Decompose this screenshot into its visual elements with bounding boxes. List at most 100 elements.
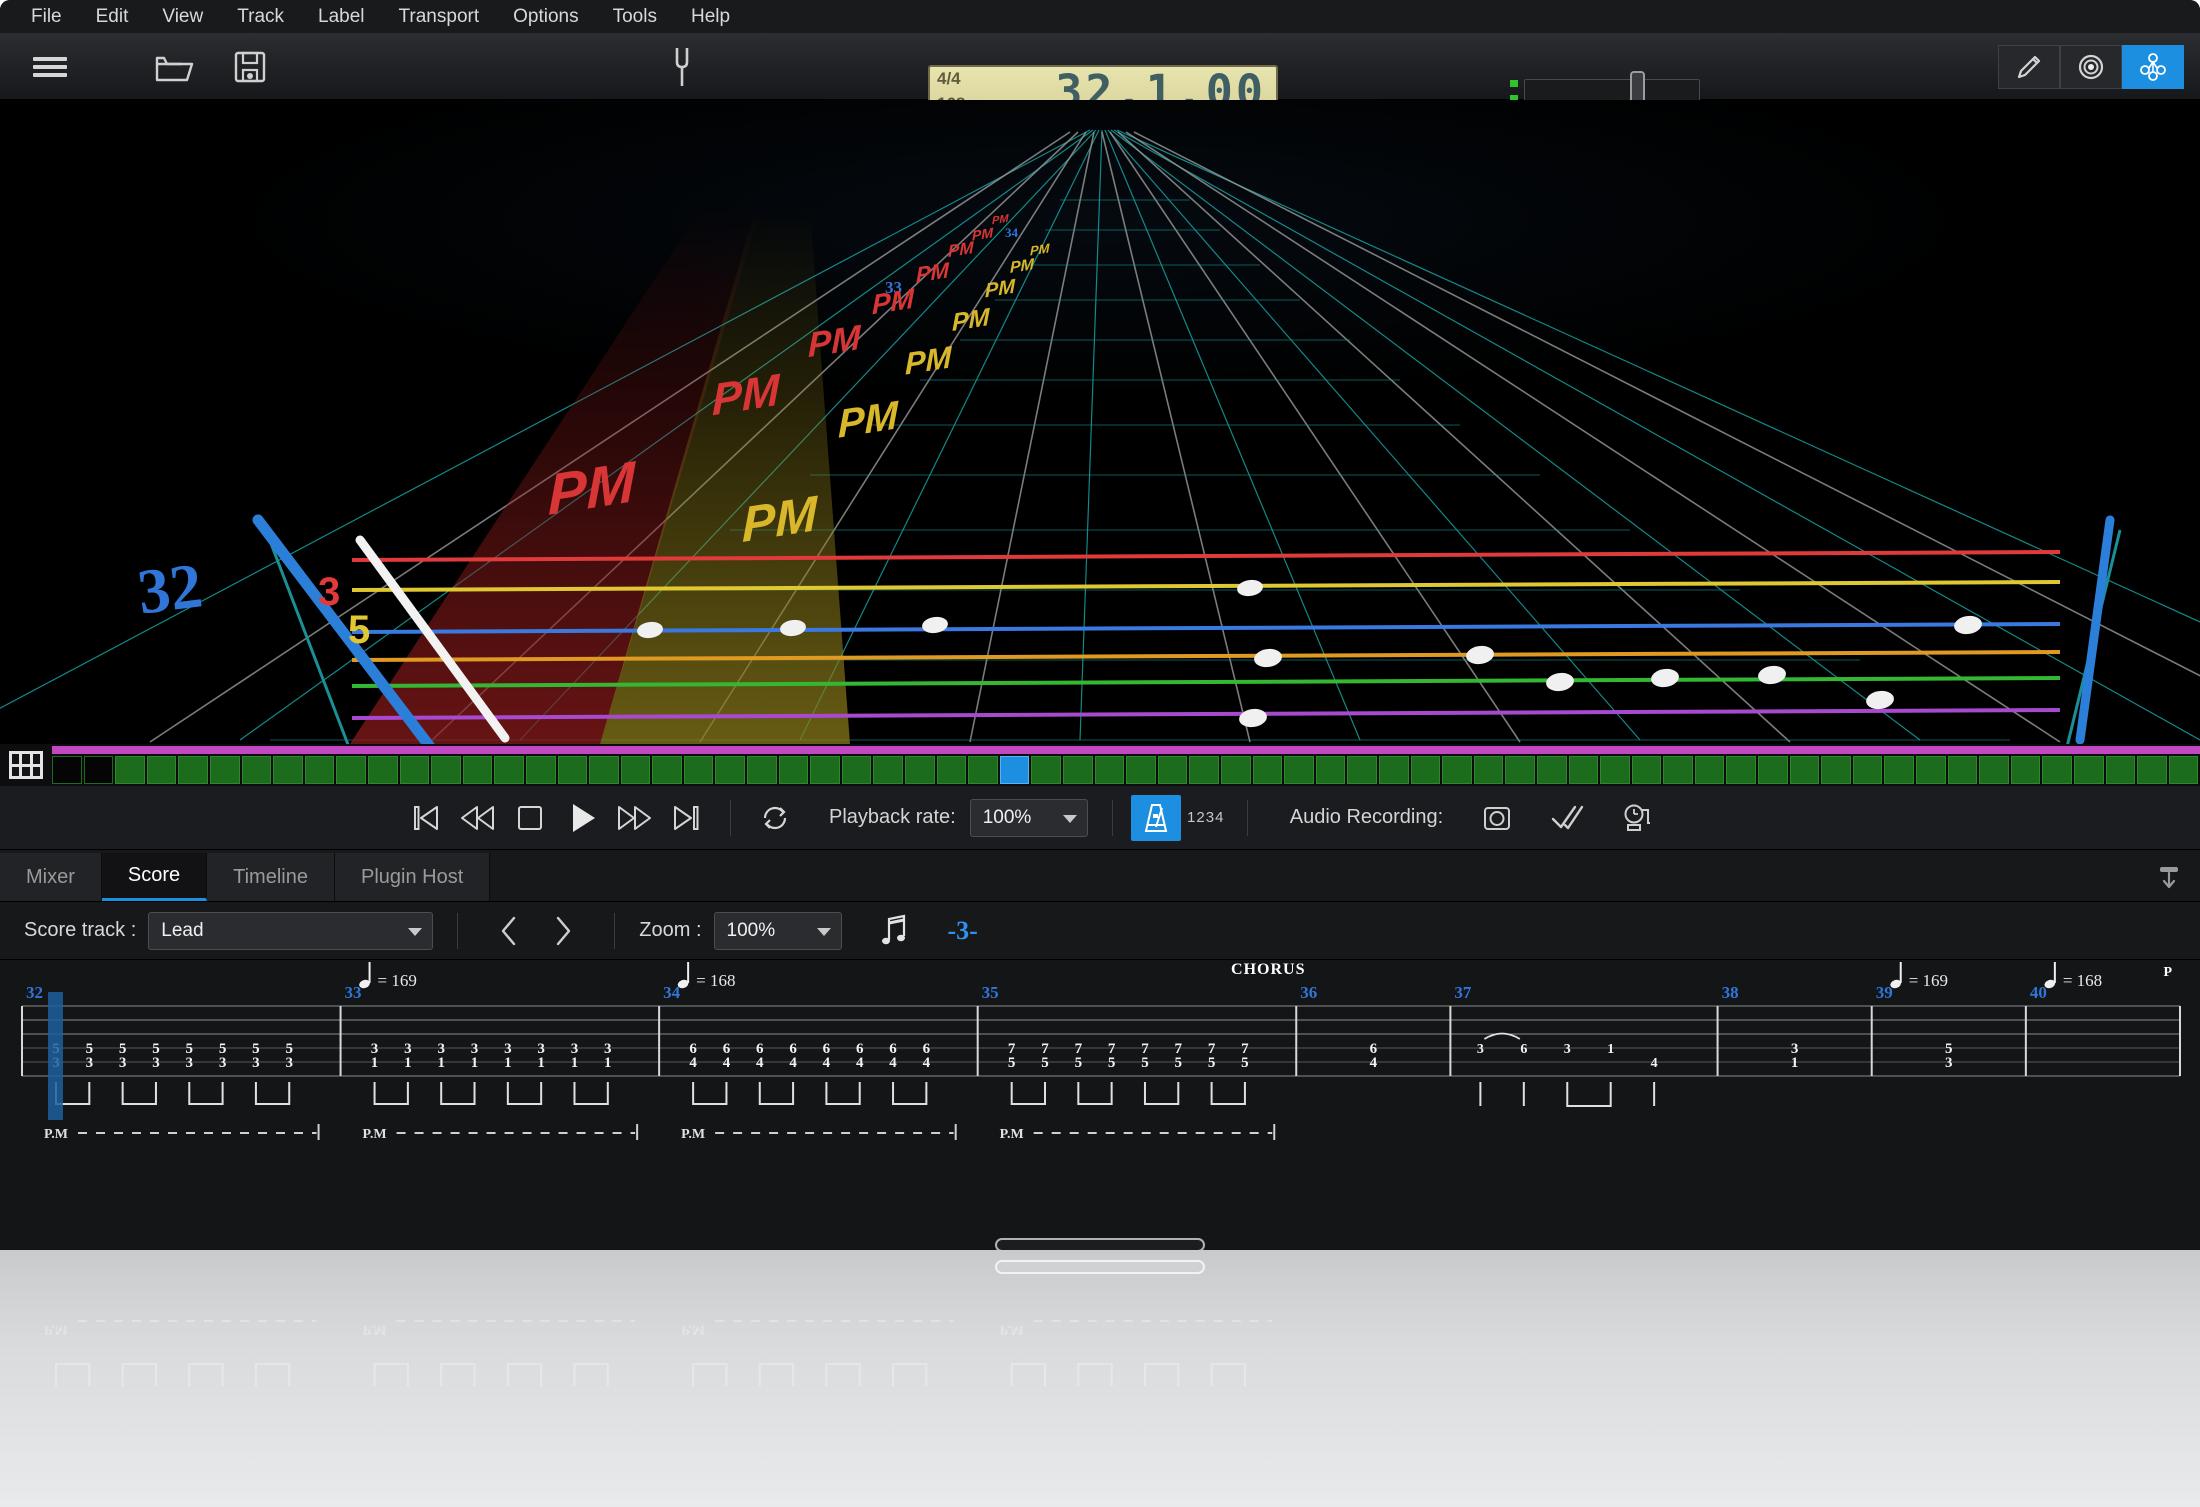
timeline-block[interactable]: [1411, 756, 1441, 784]
timeline-block[interactable]: [1948, 756, 1978, 784]
timeline-block[interactable]: [84, 756, 114, 784]
timeline-block[interactable]: [779, 756, 809, 784]
timeline-block[interactable]: [526, 756, 556, 784]
timeline-block[interactable]: [684, 756, 714, 784]
menu-file[interactable]: File: [14, 0, 79, 33]
timeline-block[interactable]: [1916, 756, 1946, 784]
tab-mixer[interactable]: Mixer: [0, 853, 102, 901]
timeline-block[interactable]: [1853, 756, 1883, 784]
timeline-block[interactable]: [305, 756, 335, 784]
menu-tools[interactable]: Tools: [596, 0, 674, 33]
timeline-block[interactable]: [52, 756, 82, 784]
timeline-block[interactable]: [431, 756, 461, 784]
timeline-block[interactable]: [968, 756, 998, 784]
timeline-block[interactable]: [747, 756, 777, 784]
timeline-block[interactable]: [715, 756, 745, 784]
timeline-block[interactable]: [336, 756, 366, 784]
tab-score[interactable]: Score: [102, 853, 207, 901]
count-in-icon[interactable]: 1234: [1181, 795, 1231, 841]
timeline-block[interactable]: [1189, 756, 1219, 784]
timeline-block[interactable]: [1569, 756, 1599, 784]
timeline-block[interactable]: [242, 756, 272, 784]
timeline-block[interactable]: [589, 756, 619, 784]
timeline-blocks[interactable]: [52, 756, 2200, 784]
timeline-strip[interactable]: [0, 744, 2200, 786]
menu-options[interactable]: Options: [496, 0, 595, 33]
stopwatch-icon[interactable]: [1611, 792, 1663, 844]
timeline-block[interactable]: [621, 756, 651, 784]
timeline-block[interactable]: [1379, 756, 1409, 784]
timeline-block[interactable]: [400, 756, 430, 784]
menu-transport[interactable]: Transport: [382, 0, 497, 33]
timeline-block[interactable]: [1600, 756, 1630, 784]
tab-plugin-host[interactable]: Plugin Host: [335, 853, 490, 901]
timeline-block[interactable]: [1726, 756, 1756, 784]
timeline-block[interactable]: [905, 756, 935, 784]
timeline-block[interactable]: [273, 756, 303, 784]
timeline-block[interactable]: [1284, 756, 1314, 784]
timeline-block[interactable]: [210, 756, 240, 784]
score-track-select[interactable]: Lead: [148, 912, 433, 950]
timeline-block[interactable]: [1095, 756, 1125, 784]
skip-end-icon[interactable]: [660, 792, 712, 844]
timeline-block[interactable]: [1031, 756, 1061, 784]
timeline-block[interactable]: [1158, 756, 1188, 784]
hamburger-icon[interactable]: [28, 45, 72, 89]
timeline-block[interactable]: [1126, 756, 1156, 784]
stop-icon[interactable]: [504, 792, 556, 844]
beamed-note-icon[interactable]: [868, 909, 922, 953]
tuning-fork-icon[interactable]: [660, 45, 704, 89]
timeline-block[interactable]: [1758, 756, 1788, 784]
panel-resize-grip[interactable]: [995, 1238, 1205, 1250]
timeline-block[interactable]: [1253, 756, 1283, 784]
timeline-block[interactable]: [2011, 756, 2041, 784]
timeline-block[interactable]: [937, 756, 967, 784]
timeline-block[interactable]: [494, 756, 524, 784]
timeline-marker-bar[interactable]: [52, 746, 2200, 754]
timeline-block[interactable]: [873, 756, 903, 784]
metronome-icon[interactable]: [1131, 795, 1181, 841]
fretboard-3d-viewport[interactable]: 32 3 5 3 5 33 34 PM PM PM PM PM PM PM PM…: [0, 100, 2200, 744]
double-check-icon[interactable]: [1541, 792, 1593, 844]
timeline-block[interactable]: [1347, 756, 1377, 784]
dock-down-icon[interactable]: [2138, 853, 2200, 901]
rewind-icon[interactable]: [452, 792, 504, 844]
timeline-block[interactable]: [1884, 756, 1914, 784]
timeline-block[interactable]: [1695, 756, 1725, 784]
timeline-block[interactable]: [652, 756, 682, 784]
playback-rate-select[interactable]: 100%: [970, 799, 1088, 837]
timeline-block[interactable]: [2042, 756, 2072, 784]
timeline-block[interactable]: [1000, 756, 1030, 784]
timeline-block[interactable]: [1221, 756, 1251, 784]
chevron-left-icon[interactable]: [482, 909, 536, 953]
fast-forward-icon[interactable]: [608, 792, 660, 844]
tab-timeline[interactable]: Timeline: [207, 853, 335, 901]
menu-label[interactable]: Label: [301, 0, 382, 33]
timeline-block[interactable]: [2106, 756, 2136, 784]
timeline-block[interactable]: [368, 756, 398, 784]
timeline-body[interactable]: [52, 744, 2200, 786]
play-icon[interactable]: [556, 792, 608, 844]
menu-edit[interactable]: Edit: [79, 0, 146, 33]
eye-icon[interactable]: [2060, 45, 2122, 89]
loop-icon[interactable]: [749, 792, 801, 844]
timeline-block[interactable]: [2169, 756, 2199, 784]
timeline-block[interactable]: [558, 756, 588, 784]
floppy-save-icon[interactable]: [228, 45, 272, 89]
timeline-block[interactable]: [115, 756, 145, 784]
record-icon[interactable]: [1471, 792, 1523, 844]
timeline-block[interactable]: [1663, 756, 1693, 784]
molecule-3d-icon[interactable]: [2122, 45, 2184, 89]
triplet-indicator[interactable]: -3-: [948, 916, 978, 946]
timeline-block[interactable]: [1063, 756, 1093, 784]
timeline-block[interactable]: [1537, 756, 1567, 784]
timeline-block[interactable]: [1790, 756, 1820, 784]
timeline-block[interactable]: [2074, 756, 2104, 784]
folder-open-icon[interactable]: [152, 45, 196, 89]
chevron-right-icon[interactable]: [536, 909, 590, 953]
timeline-block[interactable]: [1821, 756, 1851, 784]
menu-help[interactable]: Help: [674, 0, 747, 33]
timeline-block[interactable]: [1474, 756, 1504, 784]
tablature-score[interactable]: 325353535353535353P.M33= 169313131313131…: [0, 960, 2200, 1250]
timeline-block[interactable]: [147, 756, 177, 784]
